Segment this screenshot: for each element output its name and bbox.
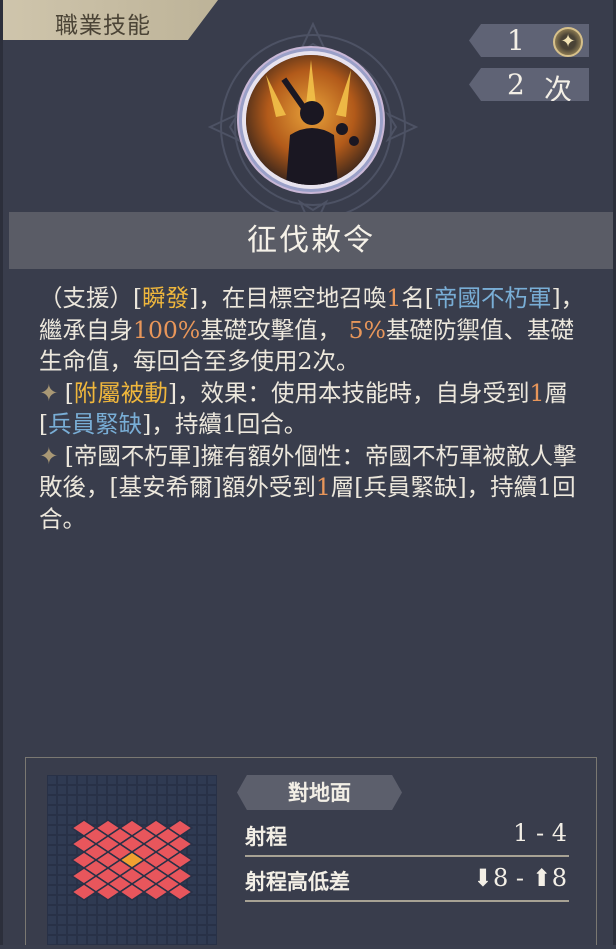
skill-panel: 職業技能 1 ✦ 2 次 征伐敕令 （支援）[瞬發]，在目標空地召喚1名[帝國不… <box>0 0 616 945</box>
highlight-text: 瞬發 <box>142 284 190 312</box>
uses-value: 2 <box>507 68 525 101</box>
description-paragraph-3: ✦ [帝國不朽軍]擁有額外個性：帝國不朽軍被敵人擊敗後，[基安希爾]額外受到1層[… <box>39 441 587 536</box>
range-row: 射程 1 - 4 <box>245 815 569 857</box>
highlight-text: 5% <box>348 315 386 344</box>
description-text: ]，在目標空地召喚 <box>189 284 387 312</box>
category-tab: 職業技能 <box>3 0 218 40</box>
description-paragraph-2: ✦ [附屬被動]，效果：使用本技能時，自身受到1層[兵員緊缺]，持續1回合。 <box>39 378 587 441</box>
sparkle-bullet-icon: ✦ <box>39 378 59 407</box>
uses-unit: 次 <box>544 73 573 106</box>
skill-description: （支援）[瞬發]，在目標空地召喚1名[帝國不朽軍]，繼承自身100%基礎攻擊值，… <box>39 283 587 535</box>
skill-name: 征伐敕令 <box>247 223 375 258</box>
description-paragraph-1: （支援）[瞬發]，在目標空地召喚1名[帝國不朽軍]，繼承自身100%基礎攻擊值，… <box>39 283 587 378</box>
target-type-tag: 對地面 <box>237 775 402 810</box>
description-text: 基礎攻擊值， <box>200 315 349 344</box>
highlight-text: 兵員緊缺 <box>48 410 143 438</box>
highlight-text: 1 <box>529 378 545 407</box>
description-text: 名[ <box>401 284 434 312</box>
height-diff-row: 射程高低差 ⬇8 - ⬆8 <box>245 860 569 902</box>
cost-value: 1 <box>507 24 525 57</box>
skill-icon <box>246 55 376 185</box>
warrior-silhouette-icon <box>266 60 359 185</box>
highlight-text: 附屬被動 <box>73 378 168 407</box>
range-value: 1 - 4 <box>513 819 567 847</box>
height-diff-value: ⬇8 - ⬆8 <box>472 864 567 892</box>
range-label: 射程 <box>245 824 287 849</box>
highlight-text: 100% <box>133 315 201 344</box>
highlight-text: 1 <box>315 473 331 501</box>
sparkle-bullet-icon: ✦ <box>39 441 59 470</box>
range-pattern <box>48 776 216 944</box>
description-text: ]，效果：使用本技能時，自身受到 <box>167 378 530 407</box>
height-diff-label: 射程高低差 <box>245 869 350 894</box>
description-text: ]，持續1回合。 <box>142 410 308 438</box>
description-text: （支援）[ <box>39 284 143 312</box>
skill-title-bar: 征伐敕令 <box>9 212 613 269</box>
target-type-label: 對地面 <box>288 780 351 805</box>
range-grid <box>47 775 217 945</box>
category-tab-label: 職業技能 <box>55 13 151 39</box>
highlight-text: 1 <box>386 284 402 312</box>
highlight-text: 帝國不朽軍 <box>433 284 552 312</box>
description-text: [ <box>64 378 74 407</box>
star-icon: ✦ <box>553 27 583 57</box>
uses-counter: 2 次 <box>469 68 589 101</box>
